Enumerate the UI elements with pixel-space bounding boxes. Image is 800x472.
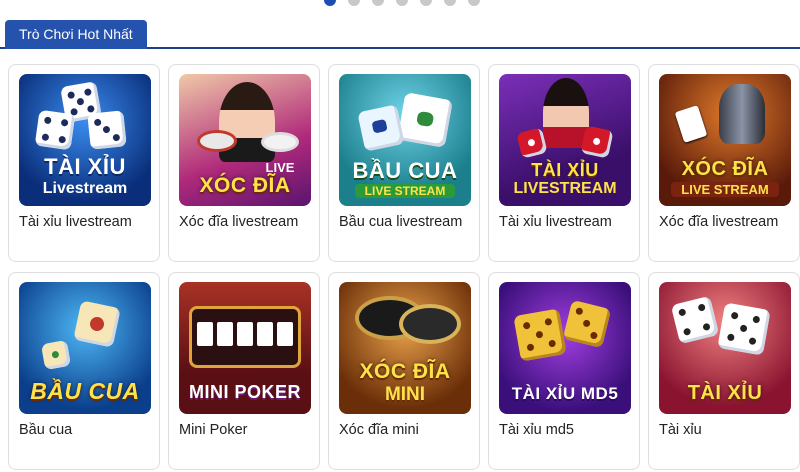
dice-icon: [670, 295, 720, 345]
card-icon: [277, 322, 293, 346]
game-grid: TÀI XỈU Livestream Tài xỉu livestream LI…: [8, 64, 800, 470]
game-thumbnail: XÓC ĐĨA LIVE STREAM: [659, 74, 791, 206]
game-card[interactable]: TÀI XỈU LIVESTREAM Tài xỉu livestream: [488, 64, 640, 262]
game-card[interactable]: XÓC ĐĨA LIVE STREAM Xóc đĩa livestream: [648, 64, 800, 262]
game-label: Tài xỉu livestream: [499, 214, 612, 230]
thumb-subtitle: Livestream: [42, 180, 128, 197]
carousel-dot[interactable]: [324, 0, 336, 6]
host-figure: [543, 78, 589, 148]
card-icon: [257, 322, 273, 346]
card-icon: [217, 322, 233, 346]
dice-icon: [87, 110, 127, 150]
plate-icon: [261, 132, 299, 152]
game-card[interactable]: TÀI XỈU Tài xỉu: [648, 272, 800, 470]
thumb-subtitle: LIVE STREAM: [355, 184, 455, 198]
carousel-dot[interactable]: [396, 0, 408, 6]
carousel-dot[interactable]: [372, 0, 384, 6]
thumb-title: TÀI XỈU: [44, 154, 126, 179]
game-thumbnail: TÀI XỈU Livestream: [19, 74, 151, 206]
carousel-dot[interactable]: [420, 0, 432, 6]
game-card[interactable]: BẦU CUA Bầu cua: [8, 272, 160, 470]
game-thumbnail: XÓC ĐĨA MINI: [339, 282, 471, 414]
plate-icon: [399, 304, 461, 344]
bowl-icon: [719, 84, 765, 144]
game-card[interactable]: MINI POKER Mini Poker: [168, 272, 320, 470]
carousel-dot[interactable]: [348, 0, 360, 6]
thumb-title: TÀI XỈU: [687, 382, 763, 404]
carousel-dot[interactable]: [468, 0, 480, 6]
dice-icon: [357, 104, 405, 152]
cards-icon: [674, 105, 708, 143]
game-label: Xóc đĩa mini: [339, 422, 419, 438]
game-card[interactable]: BẦU CUA LIVE STREAM Bầu cua livestream: [328, 64, 480, 262]
game-thumbnail: BẦU CUA LIVE STREAM: [339, 74, 471, 206]
game-card[interactable]: XÓC ĐĨA MINI Xóc đĩa mini: [328, 272, 480, 470]
game-label: Tài xỉu md5: [499, 422, 574, 438]
carousel-dot[interactable]: [444, 0, 456, 6]
thumb-subtitle: LIVE STREAM: [671, 182, 779, 197]
section-tab[interactable]: Trò Chơi Hot Nhất: [5, 20, 147, 49]
thumb-subtitle: LIVESTREAM: [513, 180, 617, 197]
game-thumbnail: TÀI XỈU: [659, 282, 791, 414]
game-thumbnail: LIVE XÓC ĐĨA: [179, 74, 311, 206]
card-icon: [237, 322, 253, 346]
dice-icon: [717, 302, 771, 356]
game-label: Xóc đĩa livestream: [659, 214, 779, 230]
section-header: Trò Chơi Hot Nhất: [0, 19, 800, 49]
game-label: Tài xỉu: [659, 422, 702, 438]
thumb-subtitle: MINI: [384, 384, 426, 405]
thumb-title: BẦU CUA: [30, 378, 140, 404]
game-label: Bầu cua: [19, 422, 73, 438]
carousel-dots: [0, 0, 800, 10]
game-label: Bầu cua livestream: [339, 214, 463, 230]
card-icon: [197, 322, 213, 346]
thumb-title: MINI POKER: [188, 382, 301, 402]
game-thumbnail: BẦU CUA: [19, 282, 151, 414]
thumb-subtitle: LIVE: [265, 160, 295, 175]
dice-icon: [40, 339, 72, 371]
plate-icon: [197, 130, 237, 152]
game-label: Tài xỉu livestream: [19, 214, 132, 230]
game-thumbnail: TÀI XỈU MD5: [499, 282, 631, 414]
game-thumbnail: MINI POKER: [179, 282, 311, 414]
thumb-title: XÓC ĐĨA: [199, 174, 291, 197]
game-label: Xóc đĩa livestream: [179, 214, 299, 230]
dice-icon: [34, 109, 76, 151]
thumb-title: TÀI XỈU MD5: [511, 384, 619, 403]
dice-icon: [580, 125, 614, 159]
game-thumbnail: TÀI XỈU LIVESTREAM: [499, 74, 631, 206]
game-label: Mini Poker: [179, 422, 248, 438]
crab-dice-icon: [397, 92, 453, 148]
dice-icon: [513, 308, 567, 362]
thumb-title: XÓC ĐĨA: [681, 158, 769, 180]
thumb-title: TÀI XỈU: [531, 160, 599, 180]
thumb-title: BẦU CUA: [352, 158, 458, 183]
game-card[interactable]: TÀI XỈU MD5 Tài xỉu md5: [488, 272, 640, 470]
dice-icon: [562, 299, 612, 349]
game-card[interactable]: TÀI XỈU Livestream Tài xỉu livestream: [8, 64, 160, 262]
game-card[interactable]: LIVE XÓC ĐĨA Xóc đĩa livestream: [168, 64, 320, 262]
thumb-title: XÓC ĐĨA: [359, 360, 451, 383]
dice-icon: [73, 300, 121, 348]
